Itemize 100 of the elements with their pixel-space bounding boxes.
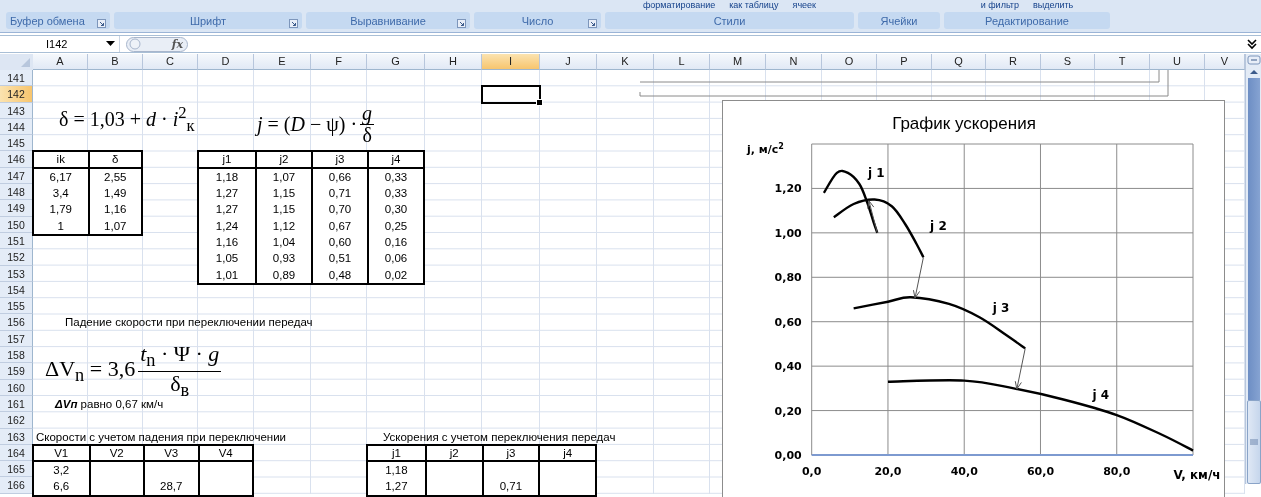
table-cell-text: 3,2 [52,463,71,479]
table-cell-text: 3,4 [51,186,70,202]
table-cell: 0,33 [367,168,423,186]
table-cell: 1,07 [87,217,141,234]
table-header-cell: j4 [367,152,423,169]
table-cell: 0,89 [255,266,311,283]
row-header[interactable]: 145 [0,135,33,152]
name-box[interactable]: I142 [0,36,120,52]
table-cell-text: 6,17 [48,169,73,185]
column-header[interactable]: D [198,54,254,70]
row-header[interactable]: 159 [0,363,33,380]
table-cell-text: 1,18 [384,463,409,479]
y-tick-label: 1,20 [774,182,802,196]
curve-label: j 2 [930,219,947,234]
y-tick-label: 0,40 [774,360,802,374]
table-cell-text: 1,01 [214,267,240,283]
table-header-cell: ik [34,152,88,169]
shift-arrow [1014,347,1026,390]
ribbon-button-label[interactable]: как таблицу [729,0,779,11]
column-header[interactable]: C [143,54,198,70]
chart-panel[interactable]: График ускорения j, м/с$^{2}$ V, км/ч 0,00 0,20 0,40 0,60 0,80 1,00 1,20 0,0 20,0 40,0 60,0 80,0 j 1 j 2 j 3 j 4 [722,100,1225,497]
column-header[interactable]: L [654,54,710,70]
expand-icon[interactable] [1246,37,1258,51]
column-header[interactable]: G [367,54,425,70]
curve-label: j 3 [992,301,1010,316]
row-header[interactable]: 142 [0,86,33,103]
table-cell: 0,60 [311,233,367,251]
split-handle-icon[interactable] [1246,54,1261,66]
vertical-scrollbar[interactable] [1245,54,1261,484]
row-header[interactable]: 148 [0,184,33,201]
row-header[interactable]: 162 [0,412,33,429]
caret-icon [106,41,115,47]
table-cell: 1,16 [87,201,141,218]
column-header[interactable]: E [254,54,311,70]
dialog-launcher-icon[interactable] [588,19,597,28]
row-header[interactable]: 156 [0,314,33,331]
column-header[interactable]: F [311,54,367,70]
table-header-cell: j1 [199,152,255,169]
ribbon-button-label[interactable]: ячеек [792,0,817,11]
insert-function-button[interactable]: fx [126,36,188,52]
cell-cursor[interactable] [481,85,541,104]
shift-arrow [912,256,924,299]
x-axis-title: V, км/ч [1173,468,1221,482]
row-header[interactable]: 149 [0,200,33,217]
table-cell: 28,7 [143,478,198,495]
row-header[interactable]: 152 [0,249,33,266]
table-cell: 0,66 [311,168,367,186]
table-cell: 0,67 [311,217,367,234]
column-header[interactable]: V [1205,54,1245,70]
column-header[interactable]: K [597,54,654,70]
grip-icon [1249,439,1258,445]
table-cell: 0,16 [367,233,423,251]
ribbon-button-label[interactable]: выделить [1033,0,1074,11]
table-cell-text: 1,27 [214,186,240,202]
ribbon-group-label: Стили [605,12,854,29]
table-cell: 1,49 [87,185,141,202]
table-cell: 1,15 [255,201,311,218]
row-header[interactable]: 146 [0,151,33,168]
table-cell: 0,25 [367,217,423,234]
column-header[interactable]: T [1095,54,1150,70]
row-header[interactable]: 155 [0,298,33,315]
table-cell-text: 1,18 [214,169,240,185]
row-header[interactable]: 158 [0,347,33,364]
column-header[interactable]: O [822,54,877,70]
table-cell: 0,70 [311,201,367,218]
column-header[interactable]: R [986,54,1041,70]
ribbon-group-label: Редактирование [944,12,1110,29]
ribbon-group-label: Выравнивание [306,12,470,29]
dialog-launcher-icon[interactable] [97,19,106,28]
ribbon-button-label[interactable]: и фильтр [980,0,1019,11]
column-header[interactable]: B [88,54,143,70]
ribbon-button-label[interactable]: форматирование [642,0,716,11]
column-header[interactable]: J [540,54,597,70]
table-cell-text: 1,05 [214,251,240,267]
column-header[interactable]: N [766,54,822,70]
column-header[interactable]: A [33,54,88,70]
table-header-cell: j4 [538,445,595,463]
table-header-cell: V4 [197,445,252,463]
dialog-launcher-icon[interactable] [289,19,298,28]
dialog-launcher-icon[interactable] [457,19,466,28]
scroll-thumb[interactable] [1246,400,1261,484]
column-header[interactable]: S [1041,54,1095,70]
row-header[interactable]: 165 [0,461,33,478]
column-header[interactable]: I [482,54,540,70]
section-title: Падение скорости при переключении передач [64,315,314,331]
column-header[interactable]: P [877,54,932,70]
column-header[interactable]: Q [932,54,986,70]
table-cell-text: 1,16 [214,234,240,250]
table-cell: 0,93 [255,250,311,267]
row-header[interactable]: 141 [0,70,33,87]
table-cell: 0,02 [367,266,423,283]
row-header[interactable]: 166 [0,477,33,494]
x-tick-label: 0,0 [801,465,822,478]
column-header[interactable]: H [425,54,482,70]
x-tick-label: 80,0 [1103,465,1131,478]
column-header[interactable]: U [1150,54,1205,70]
shift-arrow [867,200,878,234]
y-tick-label: 0,60 [774,315,802,329]
column-header[interactable]: M [710,54,766,70]
curve-label: j 4 [1092,388,1110,402]
